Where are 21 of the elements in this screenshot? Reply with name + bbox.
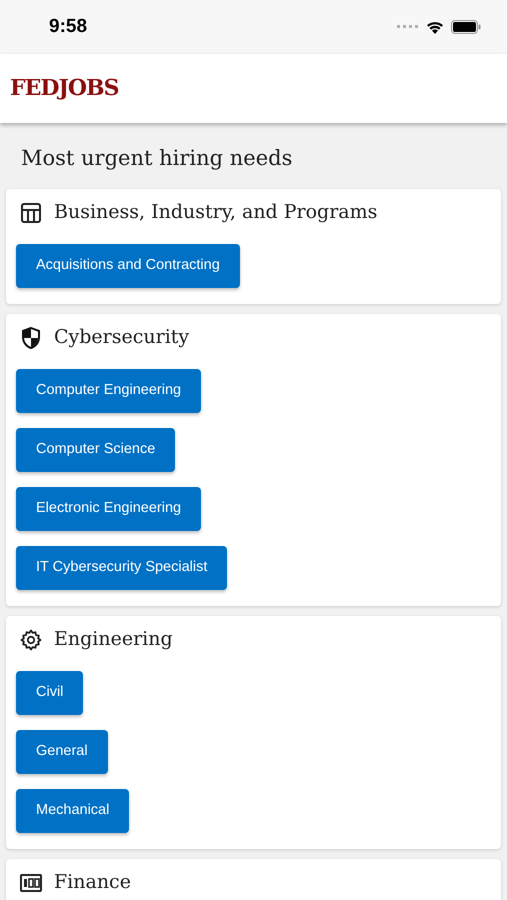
category-title: Business, Industry, and Programs (54, 200, 378, 226)
page-title: Most urgent hiring needs (20, 145, 294, 172)
job-button[interactable]: General (16, 730, 108, 774)
category-title: Cybersecurity (54, 325, 190, 350)
job-button[interactable]: Electronic Engineering (16, 486, 202, 530)
app-logo[interactable]: FEDJOBS (10, 72, 119, 105)
category-title: Finance (54, 870, 131, 896)
job-button[interactable]: Mechanical (16, 788, 130, 832)
signal-icon (397, 25, 419, 29)
job-button[interactable]: Acquisitions and Contracting (16, 244, 240, 288)
job-button[interactable]: Computer Science (16, 428, 176, 472)
status-time: 9:58 (49, 14, 88, 39)
table-icon (19, 200, 43, 224)
job-button[interactable]: Computer Engineering (16, 368, 202, 412)
category-title: Engineering (54, 627, 173, 652)
battery-icon (451, 20, 481, 34)
shield-icon (19, 326, 43, 350)
job-button[interactable]: Civil (16, 670, 84, 714)
job-button[interactable]: IT Cybersecurity Specialist (16, 546, 228, 590)
gear-icon (19, 628, 43, 652)
wifi-icon (426, 20, 444, 34)
